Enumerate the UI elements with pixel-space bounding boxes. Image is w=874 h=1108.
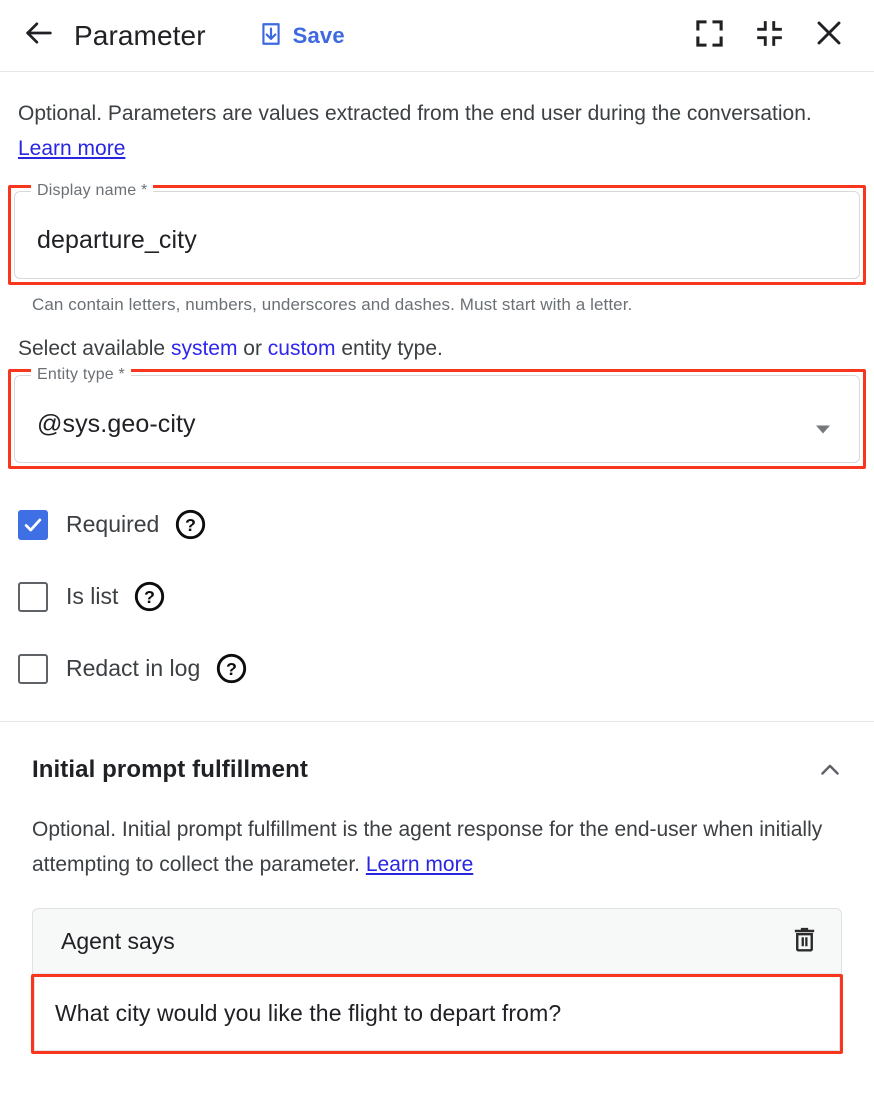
delete-agent-says-button[interactable] (790, 924, 819, 958)
entity-helper-prefix: Select available (18, 336, 171, 360)
save-button-label: Save (292, 22, 345, 48)
dialog-content: Optional. Parameters are values extracte… (0, 72, 874, 1055)
save-download-icon (258, 21, 284, 50)
back-button[interactable] (18, 15, 60, 57)
entity-helper-middle: or (237, 336, 268, 360)
intro-learn-more-link[interactable]: Learn more (18, 137, 125, 160)
entity-type-label: Entity type * (31, 365, 131, 384)
intro-paragraph: Optional. Parameters are values extracte… (0, 72, 874, 167)
triangle-down-icon[interactable] (811, 417, 835, 446)
display-name-label: Display name * (31, 181, 154, 200)
intro-text: Optional. Parameters are values extracte… (18, 102, 812, 125)
help-circle-icon[interactable]: ? (133, 580, 166, 613)
svg-text:?: ? (226, 659, 237, 679)
expand-fullscreen-icon (694, 18, 725, 54)
save-button[interactable]: Save (254, 17, 349, 54)
checkbox-row-required[interactable]: Required ? (18, 505, 874, 545)
help-circle-icon[interactable]: ? (215, 652, 248, 685)
is-list-checkbox[interactable] (18, 581, 48, 612)
entity-helper-suffix: entity type. (335, 336, 443, 360)
trash-icon (790, 924, 819, 958)
svg-text:?: ? (185, 515, 196, 535)
agent-says-header: Agent says (32, 908, 842, 975)
checkbox-row-is-list[interactable]: Is list ? (18, 577, 874, 617)
entity-type-helper-line: Select available system or custom entity… (0, 315, 874, 369)
initial-prompt-section-header[interactable]: Initial prompt fulfillment (0, 722, 874, 784)
page-title: Parameter (74, 19, 206, 51)
redact-in-log-checkbox[interactable] (18, 653, 48, 684)
redact-in-log-label: Redact in log (66, 655, 201, 682)
system-entity-link[interactable]: system (171, 337, 238, 360)
checkbox-row-redact-in-log[interactable]: Redact in log ? (18, 649, 874, 689)
parameter-options-list: Required ? Is list ? Redact in log ? (0, 469, 874, 689)
entity-type-red-outline: Entity type * @sys.geo-city (8, 365, 866, 469)
custom-entity-link[interactable]: custom (268, 337, 336, 360)
agent-says-message: What city would you like the flight to d… (55, 1000, 562, 1027)
section-description: Optional. Initial prompt fulfillment is … (0, 784, 874, 883)
entity-type-field-highlight: Entity type * @sys.geo-city (8, 365, 866, 469)
is-list-label: Is list (66, 583, 119, 610)
entity-type-value: @sys.geo-city (37, 410, 196, 439)
agent-says-message-input[interactable]: What city would you like the flight to d… (34, 977, 840, 1052)
collapse-fullscreen-icon (755, 19, 784, 53)
fullscreen-button[interactable] (686, 13, 732, 59)
required-label: Required (66, 511, 160, 538)
display-name-value: departure_city (37, 226, 197, 255)
agent-says-red-outline: What city would you like the flight to d… (31, 974, 843, 1055)
entity-type-select[interactable]: Entity type * @sys.geo-city (14, 365, 860, 463)
section-title: Initial prompt fulfillment (32, 755, 308, 783)
display-name-hint: Can contain letters, numbers, underscore… (32, 294, 633, 314)
dialog-header: Parameter Save (0, 0, 874, 72)
close-x-icon (813, 17, 845, 54)
chevron-up-icon[interactable] (816, 756, 844, 784)
exit-fullscreen-button[interactable] (746, 13, 792, 59)
section-learn-more-link[interactable]: Learn more (366, 853, 473, 876)
agent-says-card: Agent says What city would you like the … (31, 882, 843, 1055)
svg-text:?: ? (144, 587, 155, 607)
display-name-field-highlight: Display name * departure_city (8, 181, 866, 285)
close-button[interactable] (806, 13, 852, 59)
display-name-input[interactable]: Display name * departure_city (14, 181, 860, 279)
arrow-left-icon (22, 16, 56, 55)
required-checkbox[interactable] (18, 509, 48, 540)
help-circle-icon[interactable]: ? (174, 508, 207, 541)
agent-says-label: Agent says (61, 927, 175, 954)
display-name-red-outline: Display name * departure_city (8, 181, 866, 285)
